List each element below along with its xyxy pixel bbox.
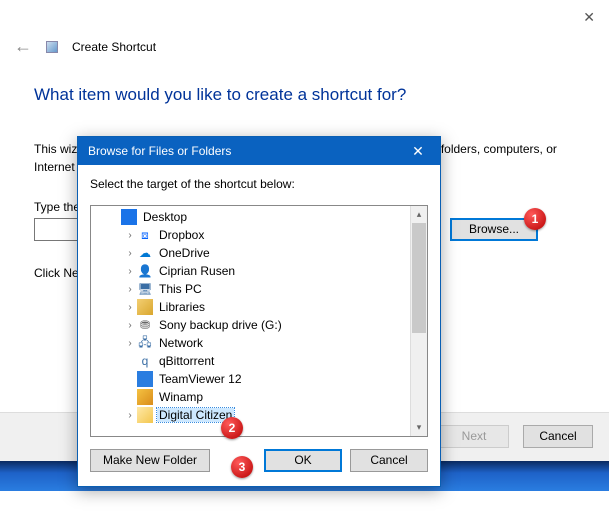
expander-icon[interactable]: › — [123, 266, 137, 277]
tree-item[interactable]: ›👤 Ciprian Rusen — [95, 262, 427, 280]
folder-icon — [137, 407, 153, 423]
dialog-titlebar: Browse for Files or Folders ✕ — [78, 137, 440, 165]
wizard-title: Create Shortcut — [72, 40, 156, 54]
tree-item[interactable]: ›🖥 This PC — [95, 280, 427, 298]
dialog-title-text: Browse for Files or Folders — [88, 144, 231, 158]
next-button: Next — [439, 425, 509, 448]
make-new-folder-button[interactable]: Make New Folder — [90, 449, 210, 472]
tree-item-label: Dropbox — [157, 228, 206, 242]
tree-item[interactable]: Winamp — [95, 388, 427, 406]
browse-dialog: Browse for Files or Folders ✕ Select the… — [77, 136, 441, 487]
expander-icon[interactable]: › — [123, 230, 137, 241]
pc-icon: 🖥 — [137, 281, 153, 297]
ok-button[interactable]: OK — [264, 449, 342, 472]
scroll-down-icon[interactable]: ▾ — [411, 419, 427, 436]
tree-item[interactable]: q qBittorrent — [95, 352, 427, 370]
tv-icon — [137, 371, 153, 387]
tree-item[interactable]: ›⛃ Sony backup drive (G:) — [95, 316, 427, 334]
folder-tree: Desktop ›⧈Dropbox›☁OneDrive›👤Ciprian Rus… — [90, 205, 428, 437]
expander-icon[interactable]: › — [123, 248, 137, 259]
tree-item-label: Libraries — [157, 300, 207, 314]
tree-item-label: qBittorrent — [157, 354, 216, 368]
tree-item-label: TeamViewer 12 — [157, 372, 244, 386]
onedrive-icon: ☁ — [137, 245, 153, 261]
tree-item-label: Ciprian Rusen — [157, 264, 237, 278]
wizard-question: What item would you like to create a sho… — [34, 85, 406, 105]
expander-icon[interactable]: › — [123, 410, 137, 421]
shortcut-wizard-icon — [46, 41, 58, 53]
net-icon: 🖧 — [137, 335, 153, 351]
tree-root[interactable]: Desktop — [95, 208, 427, 226]
annotation-badge-2: 2 — [221, 417, 243, 439]
tree-item-label: OneDrive — [157, 246, 212, 260]
tree-item-label: This PC — [157, 282, 204, 296]
wa-icon — [137, 389, 153, 405]
dialog-close-button[interactable]: ✕ — [400, 140, 436, 162]
window-close-area: ✕ — [583, 9, 595, 26]
annotation-badge-1: 1 — [524, 208, 546, 230]
tree-item-label: Desktop — [141, 210, 189, 224]
qt-icon: q — [137, 353, 153, 369]
scroll-thumb[interactable] — [412, 223, 426, 333]
desktop-icon — [121, 209, 137, 225]
wizard-cancel-button[interactable]: Cancel — [523, 425, 593, 448]
annotation-badge-3: 3 — [231, 456, 253, 478]
back-arrow-icon[interactable]: ← — [14, 36, 32, 57]
expander-icon[interactable]: › — [123, 302, 137, 313]
expander-icon[interactable]: › — [123, 284, 137, 295]
tree-item[interactable]: ›🖧 Network — [95, 334, 427, 352]
tree-item[interactable]: TeamViewer 12 — [95, 370, 427, 388]
dropbox-icon: ⧈ — [137, 227, 153, 243]
tree-scrollbar[interactable]: ▴ ▾ — [410, 206, 427, 436]
close-icon[interactable]: ✕ — [583, 9, 595, 25]
page-margin — [0, 491, 609, 519]
dialog-cancel-button[interactable]: Cancel — [350, 449, 428, 472]
scroll-up-icon[interactable]: ▴ — [411, 206, 427, 223]
tree-item-label: Sony backup drive (G:) — [157, 318, 284, 332]
drive-icon: ⛃ — [137, 317, 153, 333]
lib-icon — [137, 299, 153, 315]
expander-icon[interactable]: › — [123, 320, 137, 331]
tree-item-label: Network — [157, 336, 205, 350]
tree-item-label: Winamp — [157, 390, 205, 404]
tree-item[interactable]: ›Digital Citizen — [95, 406, 427, 424]
tree-item[interactable]: ›⧈ Dropbox — [95, 226, 427, 244]
user-icon: 👤 — [137, 263, 153, 279]
tree-item[interactable]: ›☁ OneDrive — [95, 244, 427, 262]
tree-item[interactable]: › Libraries — [95, 298, 427, 316]
expander-icon[interactable]: › — [123, 338, 137, 349]
dialog-subtitle: Select the target of the shortcut below: — [90, 177, 428, 191]
